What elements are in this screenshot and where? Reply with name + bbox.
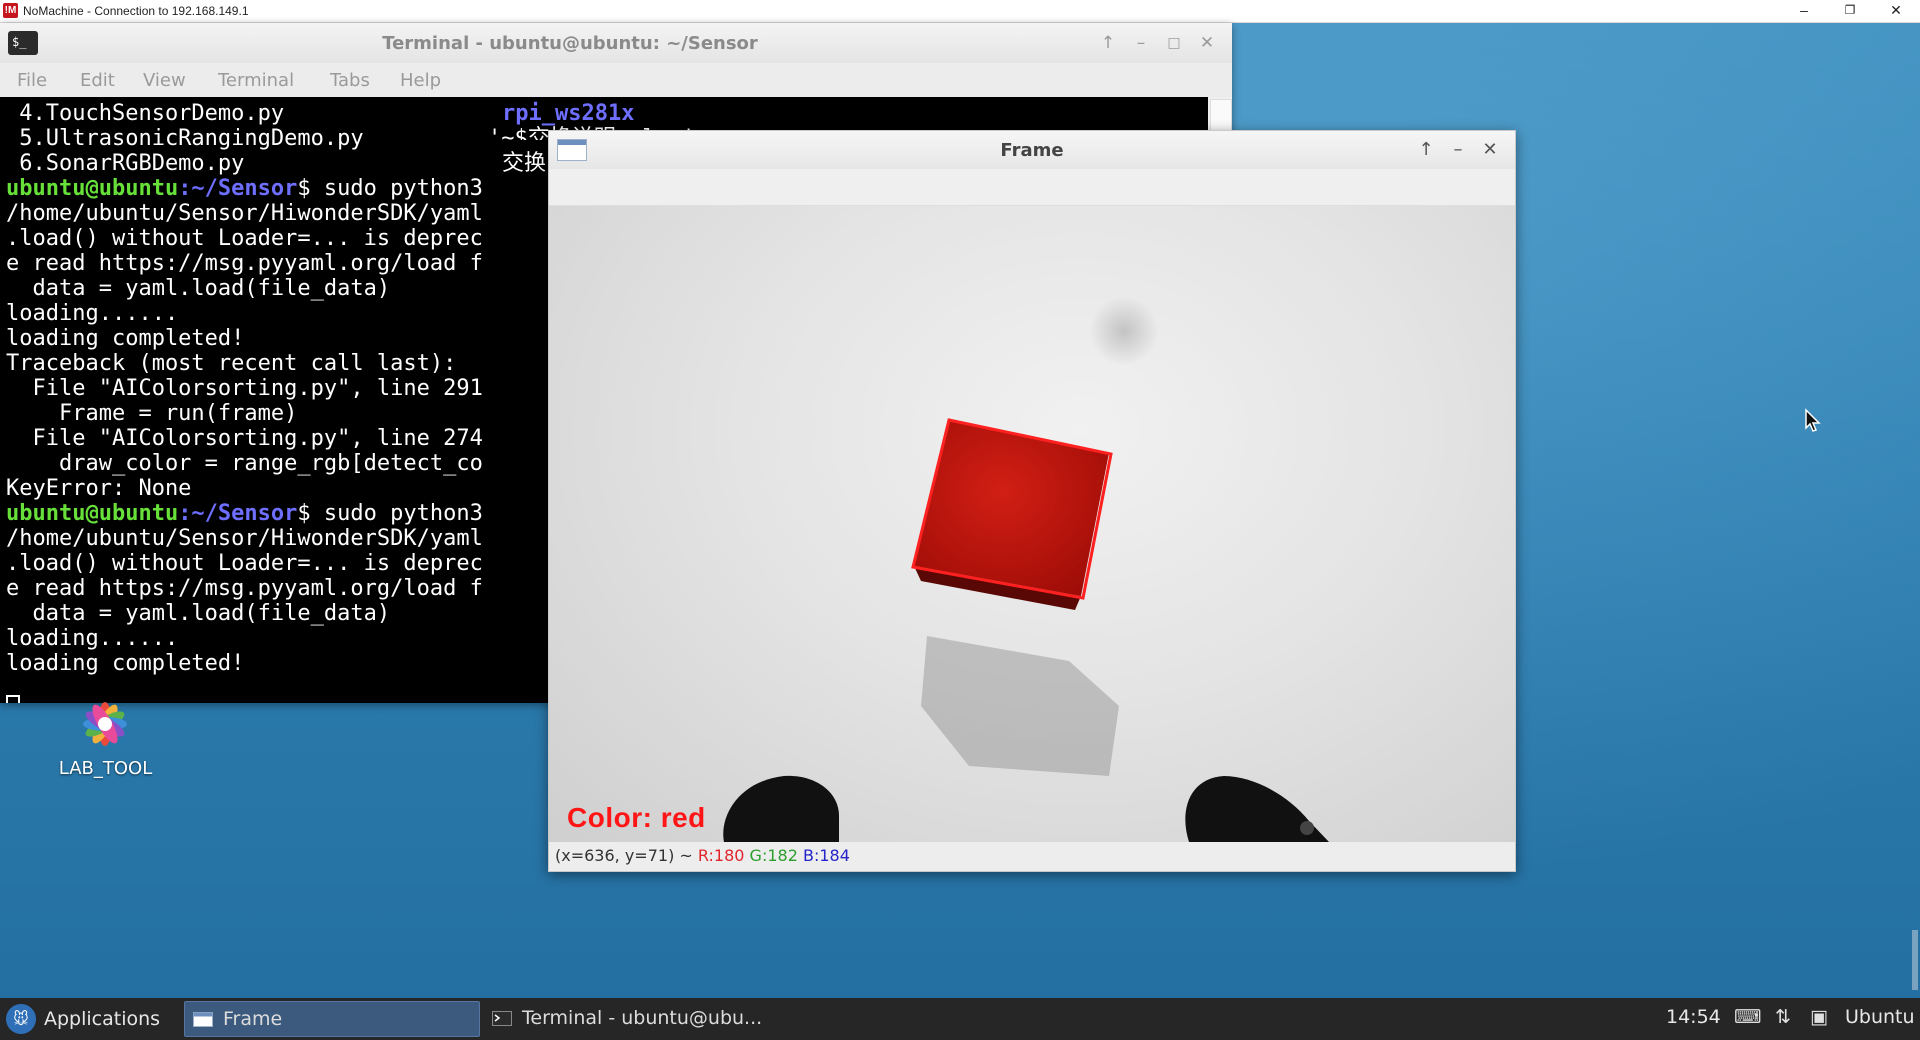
frame-keep-above-icon[interactable]: ↑ bbox=[1413, 138, 1439, 162]
frame-status-bar: (x=636, y=71) ~ R:180 G:182 B:184 bbox=[549, 842, 1515, 871]
camera-scene bbox=[723, 418, 1329, 842]
frame-title: Frame bbox=[1000, 140, 1064, 161]
terminal-keep-above-icon[interactable]: ↑ bbox=[1096, 31, 1120, 55]
detected-color-label: Color: red bbox=[567, 802, 706, 833]
host-minimize-button[interactable]: – bbox=[1782, 0, 1826, 22]
frame-close-button[interactable]: ✕ bbox=[1477, 138, 1503, 162]
keyboard-icon[interactable]: ⌨ bbox=[1734, 1006, 1761, 1030]
network-icon[interactable]: ⇅ bbox=[1770, 1006, 1796, 1030]
terminal-line: draw_color = range_rgb[detect_co bbox=[6, 451, 483, 476]
desktop-icon-label: LAB_TOOL bbox=[58, 758, 153, 779]
taskbar-item-label: Frame bbox=[223, 1008, 283, 1030]
command-text: $ sudo python3 bbox=[297, 501, 483, 526]
applications-label: Applications bbox=[44, 1008, 161, 1030]
terminal-line: 6.SonarRGBDemo.py bbox=[6, 151, 245, 176]
terminal-listing-item: rpi_ws281x bbox=[502, 101, 635, 126]
terminal-line: ubuntu@ubuntu:~/Sensor$ sudo python3 bbox=[6, 501, 483, 526]
host-titlebar: !M NoMachine - Connection to 192.168.149… bbox=[0, 0, 1920, 23]
terminal-line: e read https://msg.pyyaml.org/load f bbox=[6, 576, 483, 601]
menu-tabs[interactable]: Tabs bbox=[330, 70, 370, 91]
nomachine-logo-icon: !M bbox=[3, 3, 18, 18]
prompt-path: :~/Sensor bbox=[178, 501, 298, 526]
taskbar-item-frame[interactable]: Frame bbox=[184, 1001, 480, 1037]
terminal-menubar: File Edit View Terminal Tabs Help bbox=[0, 63, 1232, 97]
terminal-line: loading completed! bbox=[6, 326, 245, 351]
frame-minimize-button[interactable]: – bbox=[1445, 138, 1471, 162]
prompt-user: ubuntu@ubuntu bbox=[6, 176, 179, 201]
terminal-listing-item: 交换 bbox=[502, 151, 547, 176]
terminal-minimize-button[interactable]: – bbox=[1129, 31, 1153, 55]
terminal-titlebar[interactable]: $_ Terminal - ubuntu@ubuntu: ~/Sensor ↑ … bbox=[0, 23, 1232, 63]
terminal-line: KeyError: None bbox=[6, 476, 192, 501]
terminal-line: .load() without Loader=... is deprec bbox=[6, 551, 483, 576]
frame-titlebar[interactable]: Frame ↑ – ✕ bbox=[549, 131, 1515, 169]
menu-file[interactable]: File bbox=[17, 70, 47, 91]
user-name[interactable]: Ubuntu bbox=[1845, 1006, 1915, 1028]
terminal-line: 5.UltrasonicRangingDemo.py bbox=[6, 126, 364, 151]
status-blue-value: B:184 bbox=[802, 846, 850, 865]
mouse-pointer-icon bbox=[1805, 408, 1821, 432]
xfce-mouse-icon: 🐭 bbox=[6, 1004, 36, 1034]
terminal-line: File "AIColorsorting.py", line 274 bbox=[6, 426, 483, 451]
menu-edit[interactable]: Edit bbox=[80, 70, 115, 91]
taskbar-item-label: Terminal - ubuntu@ubu... bbox=[522, 1007, 763, 1029]
terminal-line: ubuntu@ubuntu:~/Sensor$ sudo python3 bbox=[6, 176, 483, 201]
terminal-line: Frame = run(frame) bbox=[6, 401, 298, 426]
terminal-scrollbar-thumb[interactable] bbox=[1210, 99, 1232, 133]
desktop-edge-strip bbox=[1912, 930, 1918, 990]
status-coordinates: (x=636, y=71) ~ bbox=[555, 846, 698, 865]
gripper-screw bbox=[1300, 821, 1314, 835]
gripper-left bbox=[723, 775, 839, 842]
terminal-line: 4.TouchSensorDemo.py bbox=[6, 101, 285, 126]
host-window-title: NoMachine - Connection to 192.168.149.1 bbox=[23, 4, 249, 18]
frame-window: Frame ↑ – ✕ Color: red (x=636, y=71) ~ R… bbox=[548, 130, 1516, 872]
terminal-line: .load() without Loader=... is deprec bbox=[6, 226, 483, 251]
lab-tool-icon bbox=[83, 702, 127, 746]
host-close-button[interactable]: ✕ bbox=[1874, 0, 1918, 22]
terminal-line: loading...... bbox=[6, 301, 179, 326]
menu-view[interactable]: View bbox=[143, 70, 186, 91]
status-green-value: G:182 bbox=[749, 846, 798, 865]
terminal-line: e read https://msg.pyyaml.org/load f bbox=[6, 251, 483, 276]
prompt-user: ubuntu@ubuntu bbox=[6, 501, 179, 526]
clock[interactable]: 14:54 bbox=[1666, 1006, 1721, 1028]
terminal-line: loading...... bbox=[6, 626, 179, 651]
terminal-line: File "AIColorsorting.py", line 291 bbox=[6, 376, 483, 401]
desktop-icon-lab-tool[interactable]: LAB_TOOL bbox=[48, 698, 163, 788]
terminal-line: data = yaml.load(file_data) bbox=[6, 601, 391, 626]
terminal-line: /home/ubuntu/Sensor/HiwonderSDK/yaml bbox=[6, 526, 483, 551]
command-text: $ sudo python3 bbox=[297, 176, 483, 201]
frame-toolbar bbox=[549, 169, 1515, 206]
taskbar: 🐭 Applications Frame Terminal - ubuntu@u… bbox=[0, 998, 1920, 1040]
prompt-path: :~/Sensor bbox=[178, 176, 298, 201]
terminal-maximize-button[interactable]: □ bbox=[1162, 31, 1186, 55]
terminal-line: /home/ubuntu/Sensor/HiwonderSDK/yaml bbox=[6, 201, 483, 226]
applications-menu-button[interactable]: 🐭 Applications bbox=[4, 1000, 180, 1038]
taskbar-item-terminal[interactable]: Terminal - ubuntu@ubu... bbox=[484, 1001, 784, 1037]
menu-help[interactable]: Help bbox=[400, 70, 441, 91]
nomachine-tray-icon[interactable]: ▣ bbox=[1806, 1006, 1832, 1030]
terminal-close-button[interactable]: ✕ bbox=[1195, 31, 1219, 55]
terminal-cursor bbox=[6, 695, 20, 703]
host-restore-button[interactable]: ❐ bbox=[1828, 0, 1872, 22]
terminal-icon bbox=[492, 1011, 512, 1026]
terminal-line: data = yaml.load(file_data) bbox=[6, 276, 391, 301]
status-red-value: R:180 bbox=[697, 846, 745, 865]
window-icon bbox=[193, 1012, 213, 1027]
camera-frame-image[interactable]: Color: red bbox=[549, 206, 1515, 842]
terminal-line: Traceback (most recent call last): bbox=[6, 351, 457, 376]
cube-shadow bbox=[921, 636, 1119, 776]
terminal-line: loading completed! bbox=[6, 651, 245, 676]
terminal-title: Terminal - ubuntu@ubuntu: ~/Sensor bbox=[382, 33, 758, 54]
menu-terminal[interactable]: Terminal bbox=[218, 70, 294, 91]
